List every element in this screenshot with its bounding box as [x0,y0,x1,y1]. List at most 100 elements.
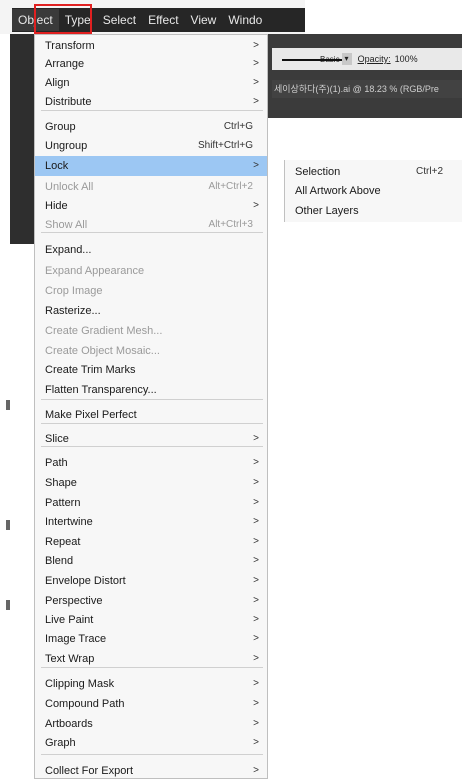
menu-item-create-gradient-mesh: Create Gradient Mesh... [35,321,267,341]
chevron-down-icon[interactable]: ▾ [341,53,352,65]
menu-item-label: Blend [45,555,74,567]
menu-item-label: Image Trace [45,633,107,645]
submenu-arrow-icon: > [253,575,259,586]
submenu-arrow-icon: > [253,516,259,527]
menu-item-label: Envelope Distort [45,575,126,587]
menu-item-label: Make Pixel Perfect [45,409,137,421]
menu-item-make-pixel-perfect[interactable]: Make Pixel Perfect [35,405,267,425]
menu-item-label: Clipping Mask [45,678,115,690]
submenu-arrow-icon: > [253,536,259,547]
submenu-arrow-icon: > [253,96,259,107]
menu-item-label: Text Wrap [45,653,95,665]
menu-item-label: Expand Appearance [45,265,145,277]
menu-item-show-all: Show All Alt+Ctrl+3 [35,215,267,235]
menu-item-arrange[interactable]: Arrange > [35,54,267,74]
menu-view[interactable]: View [185,9,223,31]
menu-item-image-trace[interactable]: Image Trace > [35,629,267,649]
menu-item-label: Crop Image [45,285,103,297]
menu-item-intertwine[interactable]: Intertwine > [35,512,267,532]
menu-item-label: Shape [45,477,77,489]
menu-item-label: Show All [45,219,88,231]
stroke-profile-preview[interactable] [282,52,342,66]
menu-item-path[interactable]: Path > [35,453,267,473]
submenu-arrow-icon: > [253,77,259,88]
annotation-highlight-box [34,4,92,34]
menu-item-pattern[interactable]: Pattern > [35,493,267,513]
menu-item-label: Arrange [45,58,85,70]
menu-item-label: Flatten Transparency... [45,384,157,396]
menu-item-label: Path [45,457,68,469]
menu-item-distribute[interactable]: Distribute > [35,92,267,112]
menu-item-ungroup[interactable]: Ungroup Shift+Ctrl+G [35,136,267,156]
menu-item-label: Align [45,77,70,89]
menu-item-label: Lock [45,160,69,172]
submenu-arrow-icon: > [253,765,259,776]
menu-item-label: Unlock All [45,181,94,193]
menu-item-expand[interactable]: Expand... [35,240,267,260]
menu-item-text-wrap[interactable]: Text Wrap > [35,649,267,669]
menu-item-label: Repeat [45,536,81,548]
shortcut-label: Shift+Ctrl+G [197,140,253,151]
menu-item-slice[interactable]: Slice > [35,429,267,449]
panel-edge-mark [6,400,10,410]
submenu-item-selection[interactable]: Selection Ctrl+2 [295,162,455,182]
menu-item-label: Compound Path [45,698,125,710]
control-panel-area [268,34,462,118]
submenu-arrow-icon: > [253,58,259,69]
menu-item-perspective[interactable]: Perspective > [35,591,267,611]
menu-item-envelope-distort[interactable]: Envelope Distort > [35,571,267,591]
submenu-arrow-icon: > [253,614,259,625]
shortcut-label: Alt+Ctrl+2 [208,181,253,192]
menu-item-create-trim-marks[interactable]: Create Trim Marks [35,360,267,380]
lock-submenu: Selection Ctrl+2 All Artwork Above Other La… [284,160,462,222]
menu-window[interactable]: Windo [222,9,268,31]
menu-item-label: Create Trim Marks [45,364,136,376]
menu-item-artboards[interactable]: Artboards > [35,714,267,734]
menu-item-clipping-mask[interactable]: Clipping Mask > [35,674,267,694]
object-menu: Transform > Arrange > Align > Distribute > Group… [34,34,268,779]
menu-item-unlock-all: Unlock All Alt+Ctrl+2 [35,177,267,197]
menu-effect[interactable]: Effect [142,9,184,31]
menu-item-hide[interactable]: Hide > [35,196,267,216]
menu-item-group[interactable]: Group Ctrl+G [35,117,267,137]
submenu-arrow-icon: > [253,497,259,508]
menu-item-crop-image: Crop Image [35,281,267,301]
panel-edge-mark [6,600,10,610]
submenu-item-label: Other Layers [295,205,359,217]
menu-item-transform[interactable]: Transform > [35,36,267,56]
menu-item-expand-appearance: Expand Appearance [35,261,267,281]
submenu-arrow-icon: > [253,633,259,644]
menu-item-label: Expand... [45,244,92,256]
menu-item-shape[interactable]: Shape > [35,473,267,493]
submenu-arrow-icon: > [253,477,259,488]
opacity-label[interactable]: Opacity: [358,54,391,64]
menu-item-repeat[interactable]: Repeat > [35,532,267,552]
submenu-item-other-layers[interactable]: Other Layers [295,201,455,221]
submenu-arrow-icon: > [253,718,259,729]
menu-select[interactable]: Select [97,9,142,31]
submenu-item-label: All Artwork Above [295,185,381,197]
menu-item-blend[interactable]: Blend > [35,551,267,571]
menu-item-align[interactable]: Align > [35,73,267,93]
menu-item-graph[interactable]: Graph > [35,733,267,753]
submenu-arrow-icon: > [253,678,259,689]
menu-item-label: Intertwine [45,516,93,528]
submenu-arrow-icon: > [253,160,259,171]
menu-item-lock[interactable]: Lock > [35,156,267,176]
menu-item-label: Transform [45,40,95,52]
opacity-value[interactable]: 100% [395,54,418,64]
document-tab[interactable]: 세이상하다(주)(1).ai @ 18.23 % (RGB/Pre [272,80,462,98]
menu-item-live-paint[interactable]: Live Paint > [35,610,267,630]
menu-item-label: Rasterize... [45,305,101,317]
menu-item-compound-path[interactable]: Compound Path > [35,694,267,714]
tools-panel [10,34,34,244]
menu-item-label: Group [45,121,76,133]
shortcut-label: Ctrl+2 [416,166,443,177]
menu-item-collect-for-export[interactable]: Collect For Export > [35,761,267,781]
submenu-item-all-artwork-above[interactable]: All Artwork Above [295,181,455,201]
submenu-arrow-icon: > [253,457,259,468]
submenu-arrow-icon: > [253,555,259,566]
menu-item-flatten-transparency[interactable]: Flatten Transparency... [35,380,267,400]
menu-item-label: Create Gradient Mesh... [45,325,163,337]
menu-item-rasterize[interactable]: Rasterize... [35,301,267,321]
